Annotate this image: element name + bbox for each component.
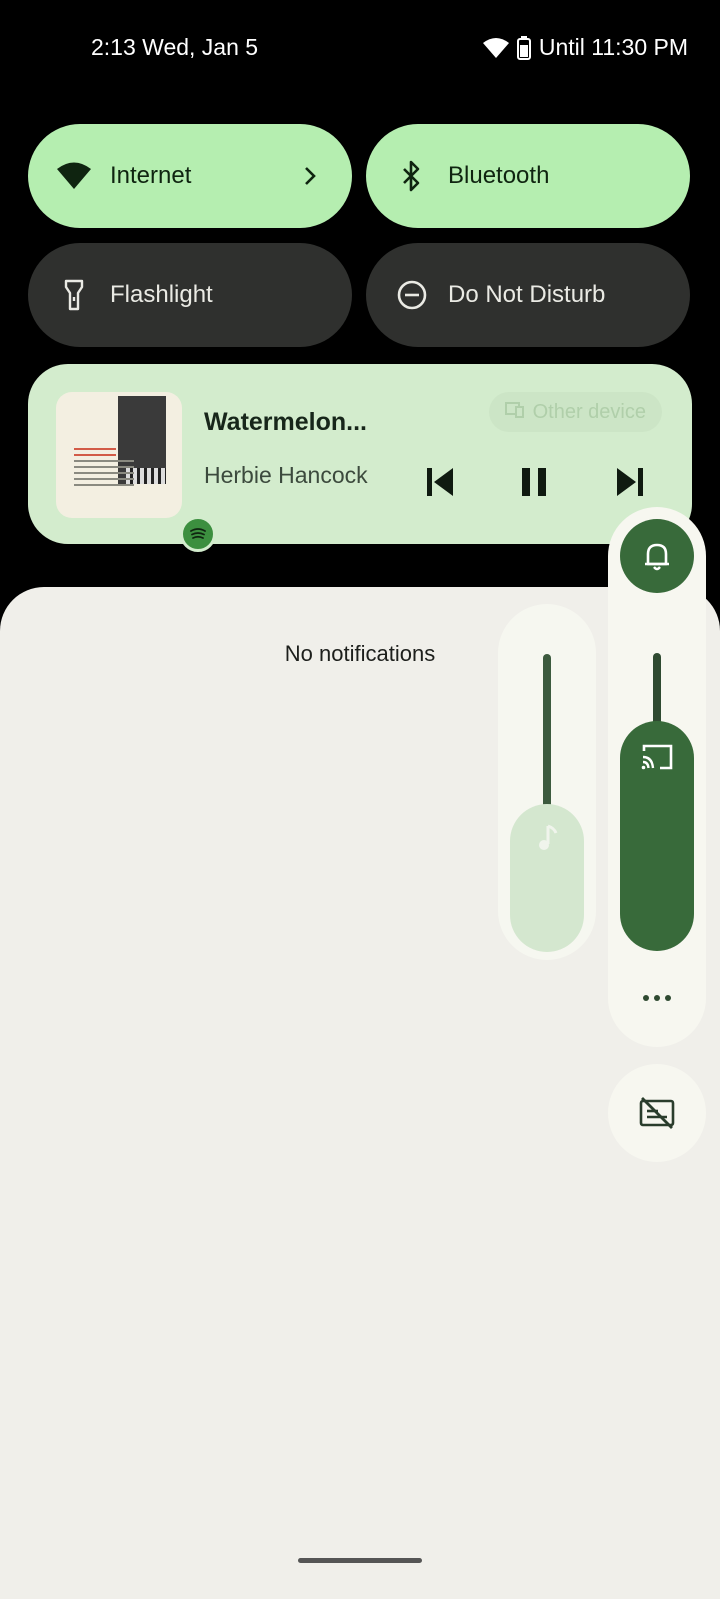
tile-do-not-disturb-label: Do Not Disturb [448, 281, 606, 308]
status-bar: 2:13 Wed, Jan 5 Until 11:30 PM [0, 30, 720, 66]
tile-internet-label: Internet [110, 162, 192, 189]
album-art [56, 392, 216, 552]
tile-internet[interactable]: Internet [28, 124, 352, 228]
media-title: Watermelon... [204, 408, 367, 436]
cast-volume-slider[interactable] [620, 721, 694, 951]
tile-do-not-disturb[interactable]: Do Not Disturb [366, 243, 690, 347]
battery-saver-text: Until 11:30 PM [538, 34, 688, 60]
tile-bluetooth[interactable]: Bluetooth [366, 124, 690, 228]
bluetooth-icon [394, 158, 430, 194]
media-volume-slider[interactable] [510, 804, 584, 952]
chevron-right-icon [290, 165, 330, 187]
pause-button[interactable] [514, 462, 554, 502]
media-player-card[interactable]: Watermelon... Herbie Hancock Other devic… [28, 364, 692, 552]
album-art-credits [74, 448, 134, 490]
more-horizontal-icon[interactable] [608, 983, 706, 1013]
volume-panel [608, 507, 706, 1047]
wifi-icon [482, 37, 509, 59]
pause-icon [522, 468, 546, 496]
do-not-disturb-icon [394, 277, 430, 313]
tile-bluetooth-label: Bluetooth [448, 162, 550, 189]
ringer-toggle-button[interactable] [620, 519, 694, 593]
captions-off-icon [639, 1097, 675, 1129]
cast-icon [640, 743, 674, 776]
spotify-icon [180, 516, 216, 552]
tile-flashlight[interactable]: Flashlight [28, 243, 352, 347]
previous-icon [427, 468, 453, 496]
output-device-chip[interactable]: Other device [488, 392, 662, 432]
device-icon [504, 401, 525, 424]
output-device-label: Other device [532, 400, 646, 423]
next-icon [617, 468, 643, 496]
status-time-date: 2:13 Wed, Jan 5 [91, 34, 259, 60]
status-icons: Until 11:30 PM [482, 34, 688, 61]
music-note-icon [534, 824, 560, 859]
notification-shade-screen: 2:13 Wed, Jan 5 Until 11:30 PM Internet … [0, 0, 720, 1599]
media-volume-track[interactable] [543, 654, 551, 814]
tile-flashlight-label: Flashlight [110, 281, 213, 308]
next-button[interactable] [610, 462, 650, 502]
wifi-icon [56, 158, 92, 194]
gesture-nav-handle[interactable] [298, 1558, 422, 1563]
bell-icon [645, 543, 669, 571]
media-volume-panel [498, 604, 596, 960]
live-caption-button[interactable] [608, 1064, 706, 1162]
flashlight-icon [56, 277, 92, 313]
previous-button[interactable] [420, 462, 460, 502]
battery-icon [516, 35, 531, 60]
media-artist: Herbie Hancock [204, 462, 368, 488]
